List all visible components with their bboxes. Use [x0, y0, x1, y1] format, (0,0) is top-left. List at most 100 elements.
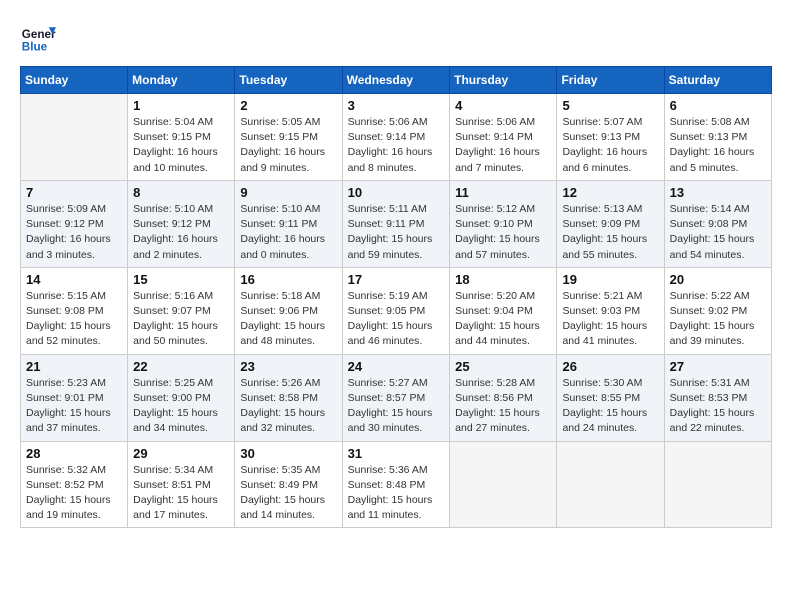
- column-header-friday: Friday: [557, 67, 664, 94]
- day-number: 21: [26, 359, 122, 374]
- day-info: Sunrise: 5:05 AM Sunset: 9:15 PM Dayligh…: [240, 115, 336, 176]
- day-info: Sunrise: 5:10 AM Sunset: 9:12 PM Dayligh…: [133, 202, 229, 263]
- day-info: Sunrise: 5:31 AM Sunset: 8:53 PM Dayligh…: [670, 376, 766, 437]
- day-info: Sunrise: 5:28 AM Sunset: 8:56 PM Dayligh…: [455, 376, 551, 437]
- logo-icon: General Blue: [20, 20, 56, 56]
- calendar-week-row: 28Sunrise: 5:32 AM Sunset: 8:52 PM Dayli…: [21, 441, 772, 528]
- day-number: 18: [455, 272, 551, 287]
- calendar-cell: 10 Sunrise: 5:11 AM Sunset: 9:11 PM Dayli…: [342, 180, 450, 267]
- day-info: Sunrise: 5:30 AM Sunset: 8:55 PM Dayligh…: [562, 376, 658, 437]
- calendar-cell: 22Sunrise: 5:25 AM Sunset: 9:00 PM Dayli…: [128, 354, 235, 441]
- day-info: Sunrise: 5:26 AM Sunset: 8:58 PM Dayligh…: [240, 376, 336, 437]
- day-info: Sunrise: 5:04 AM Sunset: 9:15 PM Dayligh…: [133, 115, 229, 176]
- calendar-cell: 19Sunrise: 5:21 AM Sunset: 9:03 PM Dayli…: [557, 267, 664, 354]
- column-header-saturday: Saturday: [664, 67, 771, 94]
- day-number: 17: [348, 272, 445, 287]
- day-number: 26: [562, 359, 658, 374]
- day-number: 6: [670, 98, 766, 113]
- calendar-cell: 31 Sunrise: 5:36 AM Sunset: 8:48 PM Dayli…: [342, 441, 450, 528]
- calendar-cell: [21, 94, 128, 181]
- column-header-sunday: Sunday: [21, 67, 128, 94]
- calendar-cell: 14 Sunrise: 5:15 AM Sunset: 9:08 PM Dayli…: [21, 267, 128, 354]
- calendar-cell: 4 Sunrise: 5:06 AM Sunset: 9:14 PM Daylig…: [450, 94, 557, 181]
- day-info: Sunrise: 5:36 AM Sunset: 8:48 PM Dayligh…: [348, 463, 445, 524]
- column-headers-row: SundayMondayTuesdayWednesdayThursdayFrid…: [21, 67, 772, 94]
- day-number: 16: [240, 272, 336, 287]
- day-number: 28: [26, 446, 122, 461]
- calendar-cell: [557, 441, 664, 528]
- calendar-cell: 20 Sunrise: 5:22 AM Sunset: 9:02 PM Dayli…: [664, 267, 771, 354]
- day-info: Sunrise: 5:22 AM Sunset: 9:02 PM Dayligh…: [670, 289, 766, 350]
- day-info: Sunrise: 5:18 AM Sunset: 9:06 PM Dayligh…: [240, 289, 336, 350]
- calendar-cell: 21 Sunrise: 5:23 AM Sunset: 9:01 PM Dayli…: [21, 354, 128, 441]
- day-info: Sunrise: 5:06 AM Sunset: 9:14 PM Dayligh…: [455, 115, 551, 176]
- day-info: Sunrise: 5:20 AM Sunset: 9:04 PM Dayligh…: [455, 289, 551, 350]
- calendar-cell: 28Sunrise: 5:32 AM Sunset: 8:52 PM Dayli…: [21, 441, 128, 528]
- day-info: Sunrise: 5:09 AM Sunset: 9:12 PM Dayligh…: [26, 202, 122, 263]
- svg-text:Blue: Blue: [22, 41, 48, 54]
- day-number: 14: [26, 272, 122, 287]
- day-info: Sunrise: 5:07 AM Sunset: 9:13 PM Dayligh…: [562, 115, 658, 176]
- day-info: Sunrise: 5:34 AM Sunset: 8:51 PM Dayligh…: [133, 463, 229, 524]
- day-info: Sunrise: 5:16 AM Sunset: 9:07 PM Dayligh…: [133, 289, 229, 350]
- calendar-cell: 27 Sunrise: 5:31 AM Sunset: 8:53 PM Dayli…: [664, 354, 771, 441]
- day-info: Sunrise: 5:08 AM Sunset: 9:13 PM Dayligh…: [670, 115, 766, 176]
- day-number: 20: [670, 272, 766, 287]
- page-header: General Blue: [20, 20, 772, 56]
- day-number: 29: [133, 446, 229, 461]
- day-number: 31: [348, 446, 445, 461]
- day-number: 27: [670, 359, 766, 374]
- calendar-week-row: 21 Sunrise: 5:23 AM Sunset: 9:01 PM Dayli…: [21, 354, 772, 441]
- day-number: 30: [240, 446, 336, 461]
- calendar-body: 1 Sunrise: 5:04 AM Sunset: 9:15 PM Daylig…: [21, 94, 772, 528]
- day-number: 19: [562, 272, 658, 287]
- day-number: 2: [240, 98, 336, 113]
- column-header-wednesday: Wednesday: [342, 67, 450, 94]
- day-number: 4: [455, 98, 551, 113]
- calendar-cell: 15 Sunrise: 5:16 AM Sunset: 9:07 PM Dayli…: [128, 267, 235, 354]
- day-number: 25: [455, 359, 551, 374]
- calendar-cell: 3 Sunrise: 5:06 AM Sunset: 9:14 PM Daylig…: [342, 94, 450, 181]
- day-info: Sunrise: 5:13 AM Sunset: 9:09 PM Dayligh…: [562, 202, 658, 263]
- day-info: Sunrise: 5:15 AM Sunset: 9:08 PM Dayligh…: [26, 289, 122, 350]
- calendar-cell: 8Sunrise: 5:10 AM Sunset: 9:12 PM Daylig…: [128, 180, 235, 267]
- day-number: 9: [240, 185, 336, 200]
- calendar-cell: 6 Sunrise: 5:08 AM Sunset: 9:13 PM Daylig…: [664, 94, 771, 181]
- calendar-cell: 29 Sunrise: 5:34 AM Sunset: 8:51 PM Dayli…: [128, 441, 235, 528]
- column-header-tuesday: Tuesday: [235, 67, 342, 94]
- day-number: 24: [348, 359, 445, 374]
- day-info: Sunrise: 5:35 AM Sunset: 8:49 PM Dayligh…: [240, 463, 336, 524]
- calendar-cell: 24Sunrise: 5:27 AM Sunset: 8:57 PM Dayli…: [342, 354, 450, 441]
- calendar-cell: 26 Sunrise: 5:30 AM Sunset: 8:55 PM Dayli…: [557, 354, 664, 441]
- day-info: Sunrise: 5:10 AM Sunset: 9:11 PM Dayligh…: [240, 202, 336, 263]
- day-info: Sunrise: 5:25 AM Sunset: 9:00 PM Dayligh…: [133, 376, 229, 437]
- column-header-thursday: Thursday: [450, 67, 557, 94]
- day-number: 15: [133, 272, 229, 287]
- day-info: Sunrise: 5:12 AM Sunset: 9:10 PM Dayligh…: [455, 202, 551, 263]
- day-number: 10: [348, 185, 445, 200]
- day-number: 3: [348, 98, 445, 113]
- calendar-cell: 1 Sunrise: 5:04 AM Sunset: 9:15 PM Daylig…: [128, 94, 235, 181]
- day-number: 1: [133, 98, 229, 113]
- day-info: Sunrise: 5:23 AM Sunset: 9:01 PM Dayligh…: [26, 376, 122, 437]
- day-number: 11: [455, 185, 551, 200]
- day-info: Sunrise: 5:19 AM Sunset: 9:05 PM Dayligh…: [348, 289, 445, 350]
- calendar-cell: 9 Sunrise: 5:10 AM Sunset: 9:11 PM Daylig…: [235, 180, 342, 267]
- calendar-week-row: 1 Sunrise: 5:04 AM Sunset: 9:15 PM Daylig…: [21, 94, 772, 181]
- column-header-monday: Monday: [128, 67, 235, 94]
- logo: General Blue: [20, 20, 56, 56]
- calendar-cell: 25 Sunrise: 5:28 AM Sunset: 8:56 PM Dayli…: [450, 354, 557, 441]
- day-info: Sunrise: 5:11 AM Sunset: 9:11 PM Dayligh…: [348, 202, 445, 263]
- calendar-cell: [664, 441, 771, 528]
- calendar-cell: 11 Sunrise: 5:12 AM Sunset: 9:10 PM Dayli…: [450, 180, 557, 267]
- calendar-week-row: 14 Sunrise: 5:15 AM Sunset: 9:08 PM Dayli…: [21, 267, 772, 354]
- day-number: 7: [26, 185, 122, 200]
- calendar-cell: 12Sunrise: 5:13 AM Sunset: 9:09 PM Dayli…: [557, 180, 664, 267]
- day-number: 23: [240, 359, 336, 374]
- day-info: Sunrise: 5:06 AM Sunset: 9:14 PM Dayligh…: [348, 115, 445, 176]
- calendar-cell: 13Sunrise: 5:14 AM Sunset: 9:08 PM Dayli…: [664, 180, 771, 267]
- calendar-cell: 5Sunrise: 5:07 AM Sunset: 9:13 PM Daylig…: [557, 94, 664, 181]
- calendar-cell: 17 Sunrise: 5:19 AM Sunset: 9:05 PM Dayli…: [342, 267, 450, 354]
- calendar-cell: 7 Sunrise: 5:09 AM Sunset: 9:12 PM Daylig…: [21, 180, 128, 267]
- calendar-cell: [450, 441, 557, 528]
